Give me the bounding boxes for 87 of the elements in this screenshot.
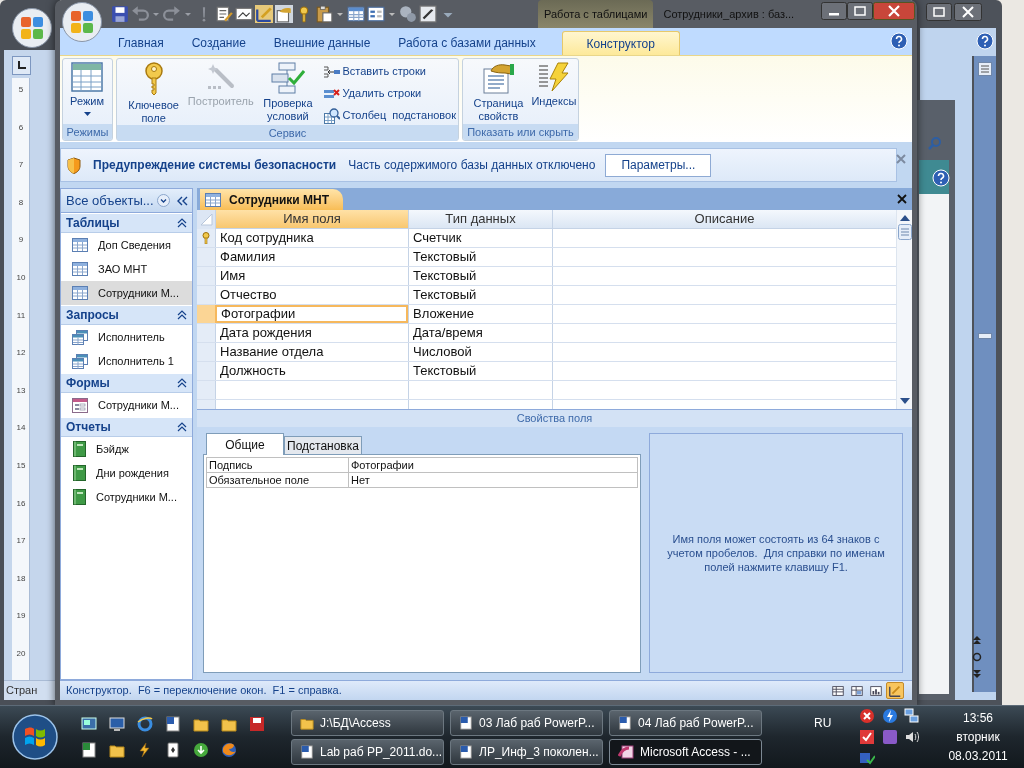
ruler-number: 18 bbox=[15, 573, 27, 584]
navigation-item[interactable]: Доп Сведения bbox=[61, 233, 192, 257]
column-header[interactable]: Описание bbox=[552, 210, 896, 228]
taskbar-button[interactable]: Lab раб PP_2011.do... bbox=[291, 738, 444, 765]
ruler-number: 7 bbox=[17, 160, 25, 171]
navigation-group-header[interactable]: Запросы bbox=[61, 306, 192, 325]
navigation-item[interactable]: Исполнитель 1 bbox=[61, 349, 192, 373]
ruler-number: 19 bbox=[15, 611, 27, 622]
taskbar-button[interactable]: 03 Лаб раб PowerP... bbox=[450, 709, 603, 736]
ruler-number: 6 bbox=[17, 122, 25, 133]
table-cell: Текстовый bbox=[408, 267, 552, 285]
group-label: Сервис bbox=[117, 125, 458, 141]
navigation-item[interactable]: Сотрудники М... bbox=[61, 393, 192, 417]
status-text: Конструктор. F6 = переключение окон. F1 = справка. bbox=[66, 683, 342, 699]
property-label: Подпись bbox=[207, 458, 349, 472]
window-title: Сотрудники_архив : баз... bbox=[663, 6, 795, 22]
ruler-number: 12 bbox=[15, 348, 27, 359]
column-header[interactable]: Тип данных bbox=[408, 210, 552, 228]
ruler-number: 11 bbox=[15, 310, 27, 321]
navigation-item[interactable]: Сотрудники М... bbox=[61, 485, 192, 509]
ribbon-button[interactable]: Режим bbox=[65, 62, 109, 116]
property-tab[interactable]: Общие bbox=[206, 433, 284, 455]
table-cell: Дата/время bbox=[408, 324, 552, 342]
ruler-number: 8 bbox=[17, 197, 25, 208]
column-header[interactable]: Имя поля bbox=[215, 210, 408, 228]
taskbar-button[interactable]: J:\БД\Access bbox=[291, 709, 444, 736]
ribbon-tab[interactable]: Создание bbox=[177, 31, 260, 55]
navigation-item[interactable]: ЗАО МНТ bbox=[61, 257, 192, 281]
options-button[interactable]: Параметры... bbox=[605, 153, 712, 177]
taskbar-button[interactable]: ЛР_Инф_3 поколен... bbox=[450, 738, 603, 765]
security-warning-title: Предупреждение системы безопасности bbox=[93, 157, 337, 174]
ruler-number: 9 bbox=[17, 235, 25, 246]
property-value[interactable]: Фотографии bbox=[349, 458, 637, 472]
table-cell: Текстовый bbox=[408, 286, 552, 304]
security-warning-message: Часть содержимого базы данных отключено bbox=[348, 157, 596, 174]
ruler-number: 14 bbox=[15, 423, 27, 434]
ruler-number: 5 bbox=[17, 85, 25, 95]
table-cell: Название отдела bbox=[215, 343, 408, 361]
help-text: Имя поля может состоять из 64 знаков с учетом пробелов. Для справки по именам полей нажмите клавишу F1. bbox=[666, 532, 886, 574]
table-cell: Числовой bbox=[408, 343, 552, 361]
table-cell: Счетчик bbox=[408, 229, 552, 247]
taskbar-button[interactable]: 04 Лаб раб PowerP... bbox=[609, 709, 762, 736]
ruler-number: 20 bbox=[15, 649, 27, 659]
group-label: Режимы bbox=[63, 124, 112, 140]
ribbon-button[interactable]: Индексы bbox=[531, 62, 576, 108]
language-indicator[interactable]: RU bbox=[814, 714, 832, 732]
table-cell: Код сотрудника bbox=[215, 229, 408, 247]
ribbon-tab[interactable]: Главная bbox=[104, 31, 178, 55]
ribbon-tab[interactable]: Конструктор bbox=[561, 31, 680, 55]
section-title: Свойства поля bbox=[516, 411, 593, 427]
contextual-tab-group: Работа с таблицами bbox=[538, 0, 654, 28]
ribbon-button[interactable]: Ключевое поле bbox=[119, 62, 189, 125]
table-cell: Отчество bbox=[215, 286, 408, 304]
table-cell: Вложение bbox=[408, 305, 552, 323]
document-tab[interactable]: Сотрудники МНТ bbox=[200, 189, 344, 210]
table-cell: Дата рождения bbox=[215, 324, 408, 342]
property-value[interactable]: Нет bbox=[349, 473, 637, 487]
navigation-item[interactable]: Бэйдж bbox=[61, 437, 192, 461]
property-label: Обязательное поле bbox=[207, 473, 349, 487]
navigation-group-header[interactable]: Отчеты bbox=[61, 418, 192, 437]
ribbon-tab[interactable]: Работа с базами данных bbox=[384, 31, 550, 55]
ribbon-button[interactable]: Проверка условий bbox=[253, 62, 323, 123]
ribbon-button[interactable]: Вставить строки bbox=[324, 62, 456, 81]
table-cell: Текстовый bbox=[408, 248, 552, 266]
ruler-number: 15 bbox=[15, 461, 27, 471]
ruler-number: 13 bbox=[15, 385, 27, 396]
ruler-number: 16 bbox=[15, 498, 27, 509]
group-label: Показать или скрыть bbox=[463, 124, 578, 140]
clock[interactable]: 13:56 вторник 08.03.2011 bbox=[938, 708, 1018, 766]
ruler-number: 10 bbox=[15, 273, 27, 283]
table-cell: Фамилия bbox=[215, 248, 408, 266]
ribbon-tab[interactable]: Внешние данные bbox=[259, 31, 385, 55]
navigation-group-header[interactable]: Таблицы bbox=[61, 214, 192, 233]
navigation-item[interactable]: Исполнитель bbox=[61, 325, 192, 349]
ribbon-button[interactable]: Страница свойств bbox=[465, 62, 532, 123]
ruler-number: 17 bbox=[15, 536, 27, 547]
navigation-group-header[interactable]: Формы bbox=[61, 374, 192, 393]
status-text: Стран bbox=[6, 683, 38, 699]
table-cell: Имя bbox=[215, 267, 408, 285]
taskbar-button[interactable]: Microsoft Access - ... bbox=[609, 738, 762, 765]
ribbon-button[interactable]: Столбец подстановок bbox=[324, 106, 456, 125]
navigation-item[interactable]: Дни рождения bbox=[61, 461, 192, 485]
table-cell: Фотографии bbox=[215, 305, 408, 323]
table-cell: Должность bbox=[215, 362, 408, 380]
navigation-item[interactable]: Сотрудники М... bbox=[61, 281, 192, 305]
ribbon-button[interactable]: Удалить строки bbox=[324, 84, 456, 103]
table-cell: Текстовый bbox=[408, 362, 552, 380]
